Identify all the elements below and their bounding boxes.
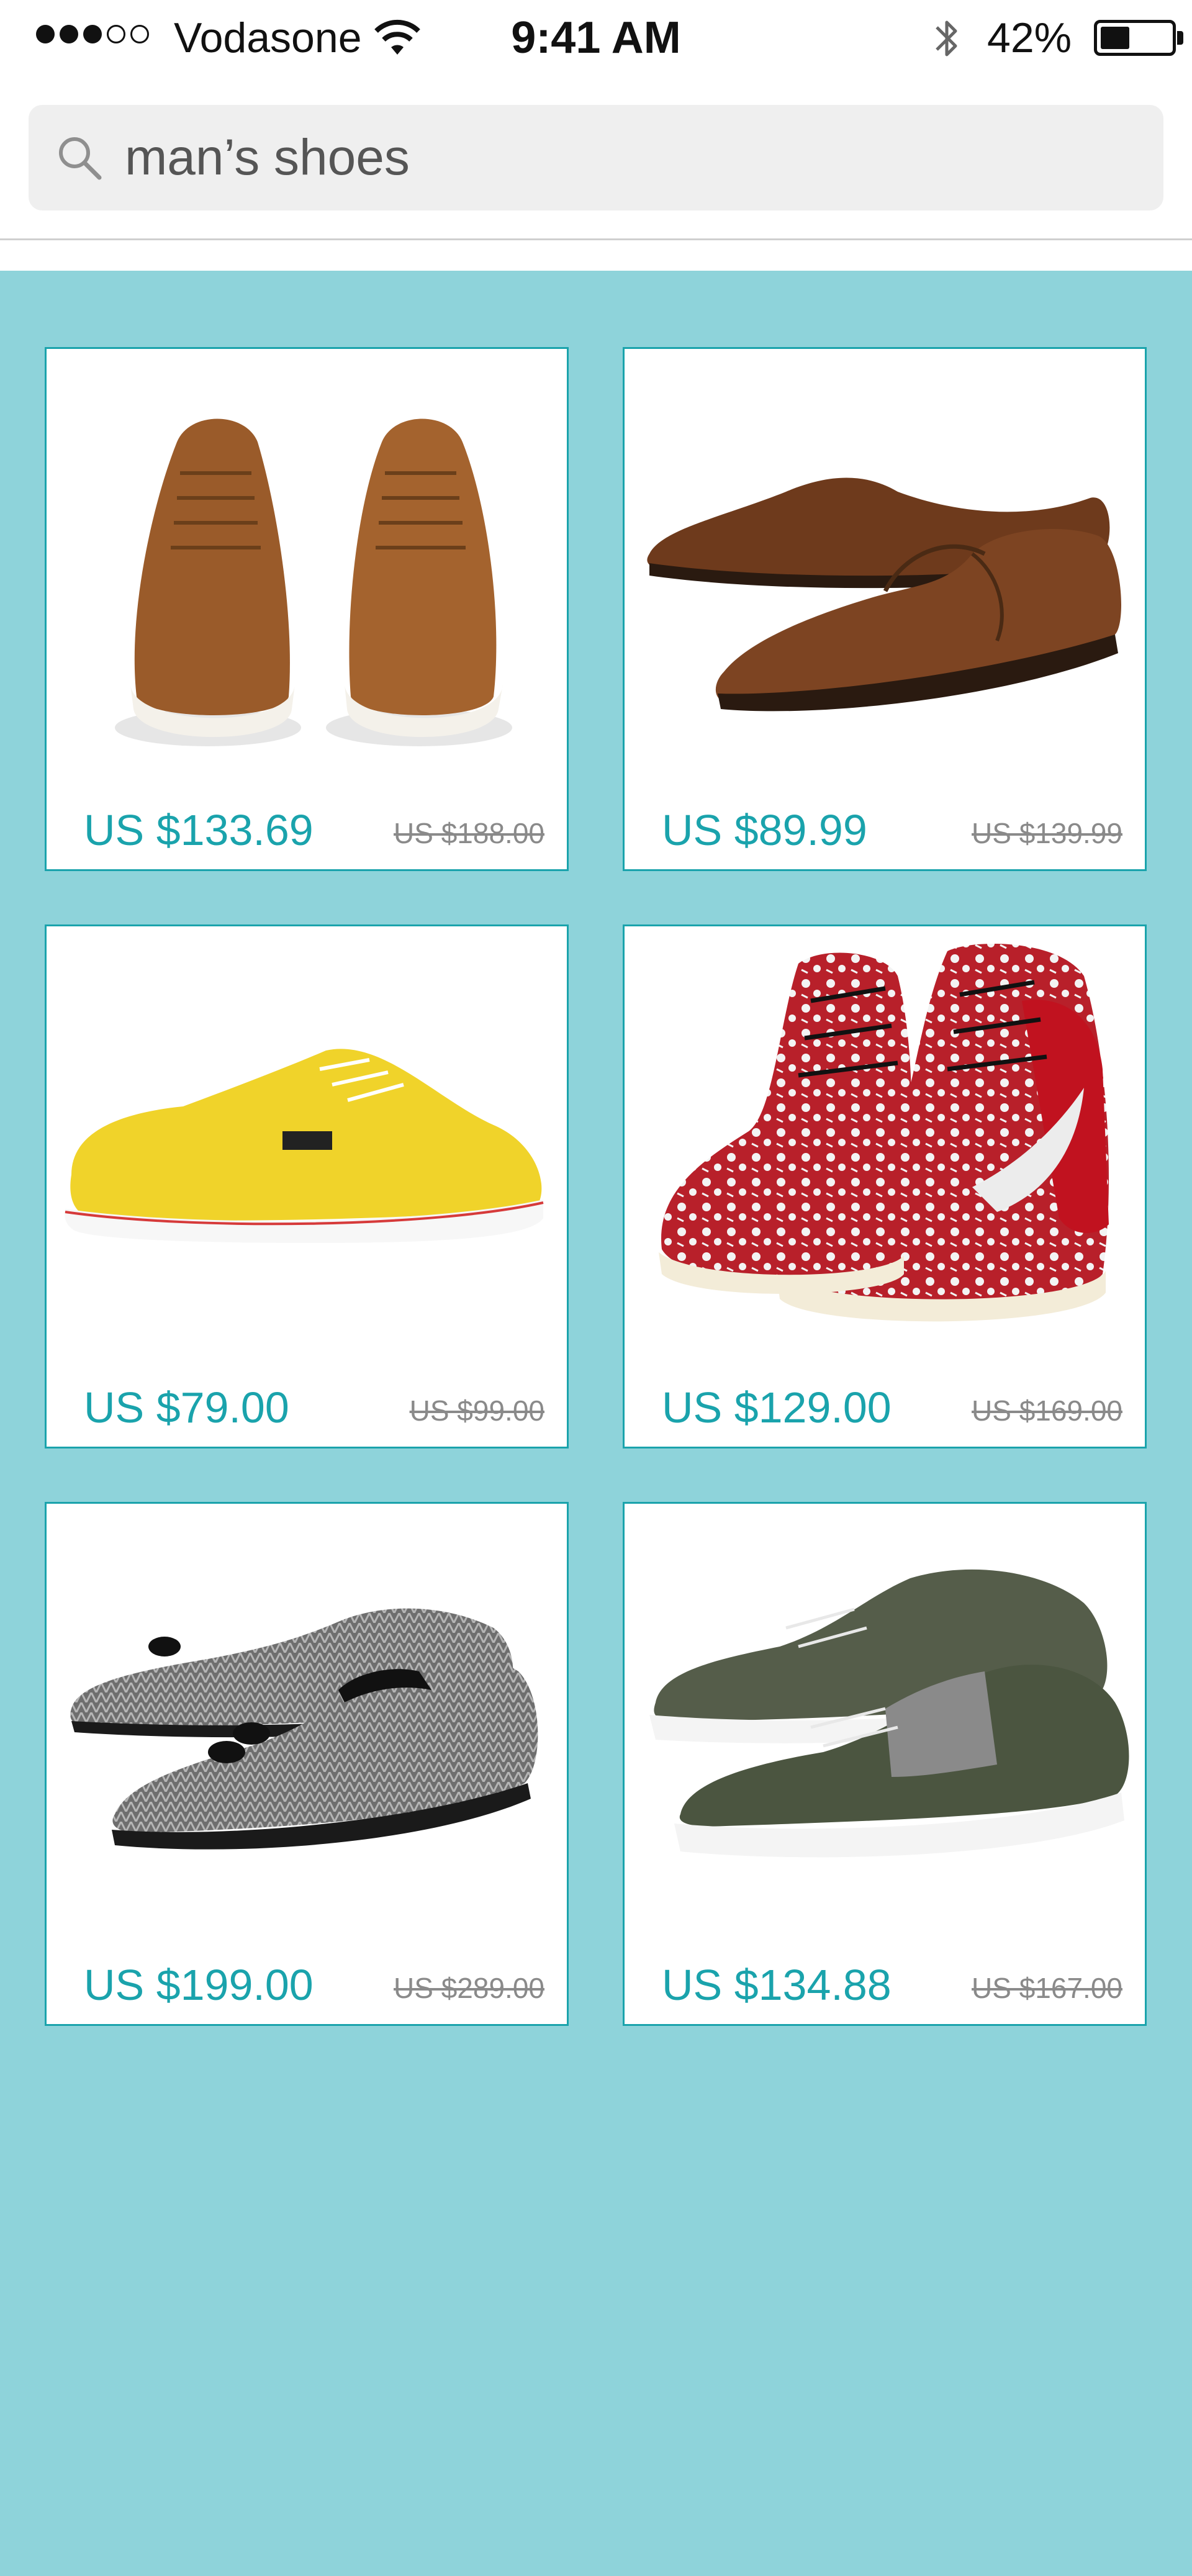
product-card[interactable]: US $134.88 US $167.00 bbox=[623, 1502, 1147, 2026]
carrier-name: Vodasone bbox=[174, 14, 362, 61]
product-card[interactable]: US $89.99 US $139.99 bbox=[623, 347, 1147, 871]
signal-dot bbox=[60, 25, 78, 43]
product-original-price: US $167.00 bbox=[972, 1972, 1122, 2004]
signal-dot bbox=[83, 25, 102, 43]
product-original-price: US $289.00 bbox=[394, 1972, 544, 2004]
product-original-price: US $99.00 bbox=[409, 1394, 544, 1427]
header-divider bbox=[0, 238, 1192, 240]
search-icon bbox=[59, 137, 102, 180]
battery-tip bbox=[1177, 31, 1183, 45]
product-original-price: US $188.00 bbox=[394, 817, 544, 849]
status-bar: Vodasone 9:41 AM 42% bbox=[0, 0, 1192, 76]
product-card[interactable]: US $79.00 US $99.00 bbox=[45, 924, 569, 1448]
product-price: US $134.88 bbox=[662, 1961, 892, 2009]
signal-dot bbox=[130, 25, 149, 43]
battery-percentage: 42% bbox=[987, 14, 1072, 61]
product-original-price: US $169.00 bbox=[972, 1394, 1122, 1427]
yellow-canvas-sneaker-image bbox=[65, 1049, 544, 1243]
search-bar[interactable] bbox=[29, 105, 1163, 210]
bluetooth-icon bbox=[936, 20, 957, 56]
signal-strength-icon bbox=[36, 25, 149, 43]
product-results-grid: US $133.69 US $188.00 US $89.99 US $139.… bbox=[0, 271, 1192, 2576]
green-grey-leather-sneakers-image bbox=[649, 1569, 1129, 1858]
wifi-icon bbox=[374, 19, 420, 55]
battery-fill bbox=[1101, 27, 1129, 49]
product-original-price: US $139.99 bbox=[972, 817, 1122, 849]
search-input[interactable] bbox=[125, 105, 1118, 210]
product-price: US $79.00 bbox=[84, 1383, 289, 1432]
signal-dot bbox=[107, 25, 125, 43]
red-floral-high-top-sneakers-image bbox=[659, 944, 1109, 1322]
product-price: US $89.99 bbox=[662, 806, 867, 854]
search-header bbox=[0, 76, 1192, 238]
grey-tweed-tassel-loafers-image bbox=[70, 1608, 538, 1850]
signal-dot bbox=[36, 25, 55, 43]
brown-suede-sneakers-image bbox=[115, 418, 512, 746]
product-price: US $129.00 bbox=[662, 1383, 892, 1432]
product-price: US $199.00 bbox=[84, 1961, 314, 2009]
product-card[interactable]: US $199.00 US $289.00 bbox=[45, 1502, 569, 2026]
brown-leather-oxford-shoes-image bbox=[647, 477, 1121, 712]
battery-icon bbox=[1094, 20, 1176, 56]
product-card[interactable]: US $133.69 US $188.00 bbox=[45, 347, 569, 871]
product-price: US $133.69 bbox=[84, 806, 314, 854]
product-card[interactable]: US $129.00 US $169.00 bbox=[623, 924, 1147, 1448]
